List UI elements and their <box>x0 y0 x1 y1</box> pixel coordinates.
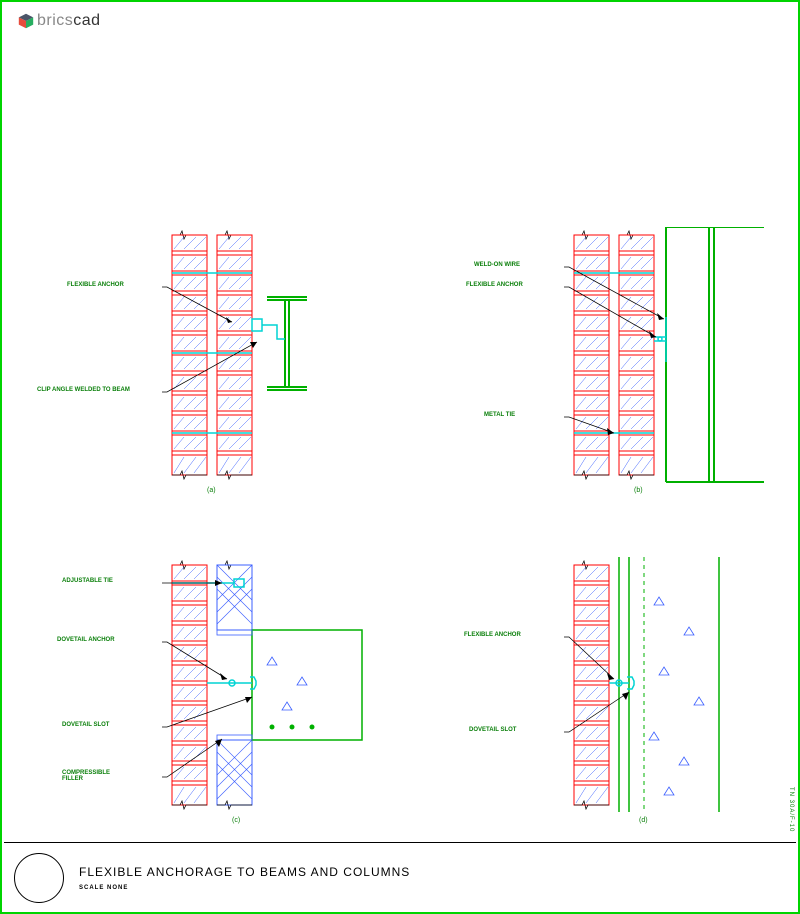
label-flexible-anchor-b: FLEXIBLE ANCHOR <box>466 282 523 288</box>
label-dovetail-slot: DOVETAIL SLOT <box>62 722 109 728</box>
weld-on-anchor <box>654 317 666 362</box>
drawing-area: FLEXIBLE ANCHOR CLIP ANGLE WELDED TO BEA… <box>4 47 796 837</box>
label-clip-angle: CLIP ANGLE WELDED TO BEAM <box>37 387 130 393</box>
drawing-page: bricscad <box>0 0 800 914</box>
label-flexible-anchor: FLEXIBLE ANCHOR <box>67 282 124 288</box>
detail-c-sub: (c) <box>232 817 240 824</box>
logo-text: bricscad <box>37 12 101 30</box>
detail-b-svg <box>564 227 774 507</box>
label-adjustable-tie: ADJUSTABLE TIE <box>62 578 113 584</box>
detail-a-svg <box>162 227 342 507</box>
i-beam <box>267 297 307 390</box>
label-weld-on-wire: WELD-ON WIRE <box>474 262 520 268</box>
label-dovetail-anchor: DOVETAIL ANCHOR <box>57 637 115 643</box>
bricscad-icon <box>17 12 35 30</box>
detail-a-sub: (a) <box>207 487 216 494</box>
column-flange <box>666 227 764 482</box>
drawing-scale: SCALE NONE <box>79 885 410 891</box>
detail-d-svg <box>564 557 774 837</box>
flexible-anchor <box>252 319 285 339</box>
drawing-title: FLEXIBLE ANCHORAGE TO BEAMS AND COLUMNS <box>79 865 410 879</box>
label-metal-tie: METAL TIE <box>484 412 515 418</box>
label-flexible-anchor-d: FLEXIBLE ANCHOR <box>464 632 521 638</box>
side-reference: TN 30A/F-10 <box>788 787 794 832</box>
logo: bricscad <box>17 12 101 30</box>
label-compressible-filler: COMPRESSIBLE FILLER <box>62 770 122 782</box>
detail-c: ADJUSTABLE TIE DOVETAIL ANCHOR DOVETAIL … <box>162 557 372 837</box>
detail-a: FLEXIBLE ANCHOR CLIP ANGLE WELDED TO BEA… <box>162 227 342 507</box>
label-dovetail-slot-d: DOVETAIL SLOT <box>469 727 516 733</box>
dovetail-anchor <box>207 677 256 689</box>
title-block: FLEXIBLE ANCHORAGE TO BEAMS AND COLUMNS … <box>4 842 796 912</box>
detail-b: WELD-ON WIRE FLEXIBLE ANCHOR METAL TIE (… <box>564 227 774 507</box>
detail-c-svg <box>162 557 402 837</box>
block-top <box>217 565 252 630</box>
detail-reference-circle <box>14 853 64 903</box>
detail-b-sub: (b) <box>634 487 643 494</box>
block-bottom <box>217 740 252 805</box>
detail-d: FLEXIBLE ANCHOR DOVETAIL SLOT (d) <box>564 557 774 837</box>
detail-d-sub: (d) <box>639 817 648 824</box>
